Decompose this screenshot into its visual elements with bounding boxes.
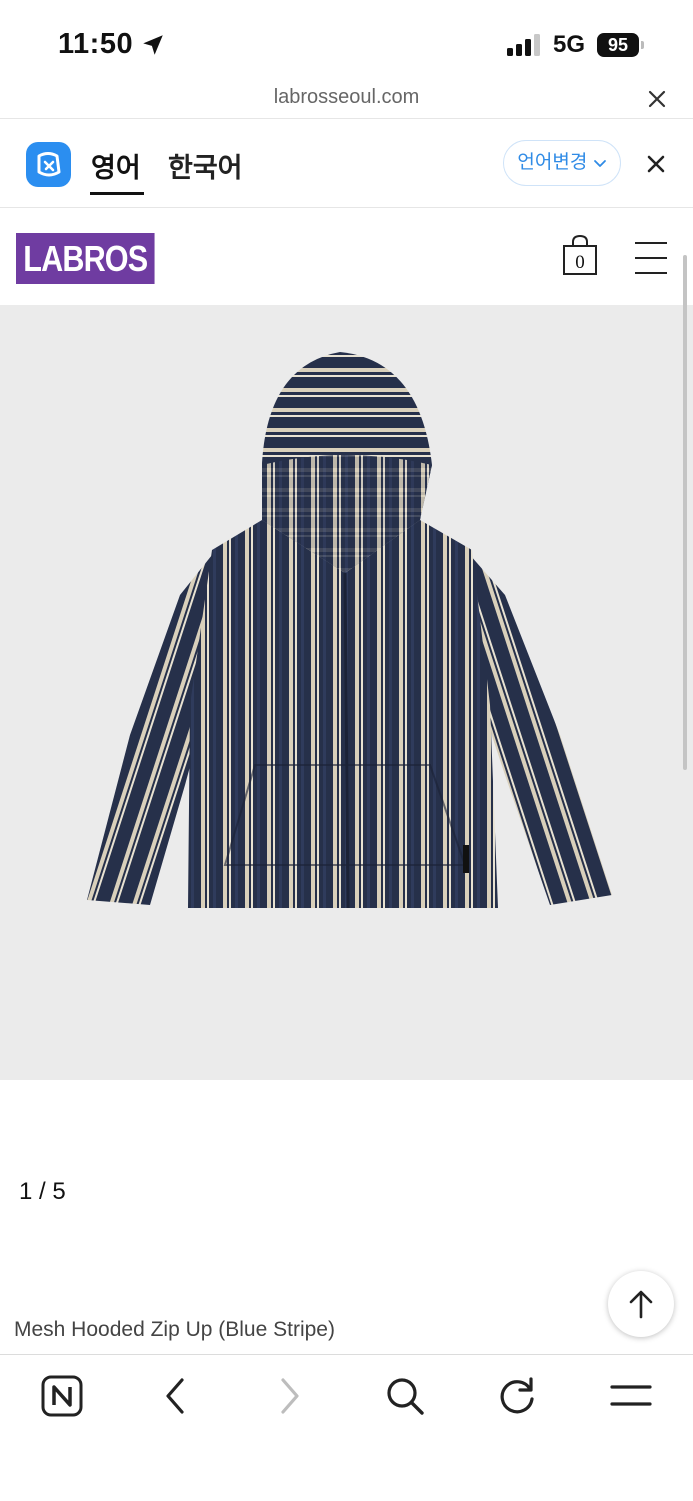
more-menu-icon[interactable]	[610, 1375, 652, 1417]
tab-korean[interactable]: 한국어	[168, 146, 243, 185]
product-image[interactable]	[0, 305, 693, 1080]
change-language-button[interactable]: 언어변경	[503, 140, 621, 186]
scroll-to-top-button[interactable]	[608, 1271, 674, 1337]
battery-level: 95	[607, 35, 629, 55]
image-counter: 1 / 5	[19, 1178, 66, 1205]
arrow-up-icon	[629, 1290, 653, 1319]
hamburger-menu-icon[interactable]	[634, 241, 668, 275]
papago-icon[interactable]	[26, 142, 71, 187]
url-bar[interactable]: labrosseoul.com	[0, 82, 693, 119]
site-logo[interactable]: LABROS	[16, 233, 155, 284]
close-icon[interactable]	[645, 153, 667, 175]
browser-toolbar	[0, 1354, 693, 1501]
product-title: Mesh Hooded Zip Up (Blue Stripe)	[14, 1318, 335, 1341]
url-text[interactable]: labrosseoul.com	[0, 86, 693, 109]
cart-count: 0	[575, 252, 585, 273]
status-time: 11:50	[58, 28, 134, 60]
reload-icon[interactable]	[496, 1375, 538, 1417]
translate-bar: 영어 한국어 언어변경	[0, 118, 693, 208]
search-icon[interactable]	[384, 1375, 426, 1417]
status-bar: 11:50 5G 95	[0, 0, 693, 84]
signal-icon	[507, 34, 540, 56]
scrollbar[interactable]	[683, 255, 687, 770]
chevron-down-icon	[593, 160, 606, 167]
location-arrow-icon	[143, 35, 163, 55]
network-type: 5G	[553, 31, 586, 58]
change-language-label: 언어변경	[517, 152, 588, 173]
back-icon[interactable]	[160, 1375, 190, 1417]
close-icon[interactable]	[646, 88, 668, 110]
active-tab-indicator	[90, 192, 144, 195]
forward-icon[interactable]	[275, 1375, 305, 1417]
site-header: LABROS 0	[0, 208, 693, 305]
tab-english[interactable]: 영어	[91, 146, 141, 185]
naver-home-icon[interactable]	[41, 1375, 83, 1417]
